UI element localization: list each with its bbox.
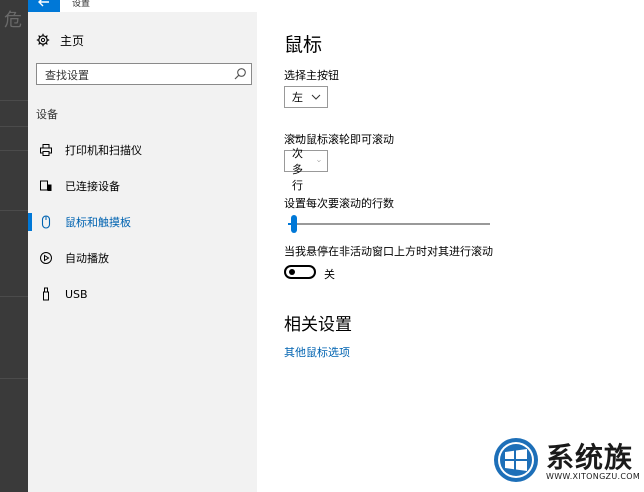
search-icon[interactable]	[233, 67, 247, 81]
chevron-down-icon	[317, 160, 321, 163]
connected-devices-icon	[38, 178, 54, 194]
title-bar: 设置	[28, 0, 644, 12]
background-line	[0, 100, 28, 101]
watermark-url: WWW.XITONGZU.COM	[546, 472, 641, 481]
sidebar-item-printers[interactable]: 打印机和扫描仪	[28, 132, 257, 168]
printer-icon	[38, 142, 54, 158]
settings-window: 设置 主页 设备 打印机和扫描仪	[28, 0, 644, 492]
background-glyph: 危	[4, 10, 22, 31]
desktop-background: 危	[0, 0, 28, 492]
primary-button-dropdown[interactable]: 左	[284, 86, 328, 108]
sidebar-item-usb[interactable]: USB	[28, 276, 257, 312]
search-input[interactable]	[43, 65, 232, 86]
search-box	[36, 63, 252, 86]
sidebar-nav: 打印机和扫描仪 已连接设备 鼠标和触摸板 自动播放 USB	[28, 132, 257, 312]
related-settings-title: 相关设置	[284, 315, 352, 335]
back-button[interactable]	[28, 0, 60, 12]
toggle-knob	[289, 269, 295, 275]
section-label: 设备	[36, 108, 58, 121]
autoplay-icon	[38, 250, 54, 266]
scroll-mode-dropdown[interactable]: 一次多行	[284, 131, 328, 192]
sidebar-item-label: 打印机和扫描仪	[65, 144, 142, 157]
watermark: 系统族 WWW.XITONGZU.COM	[492, 432, 644, 492]
windows-logo-icon	[494, 438, 538, 482]
background-line	[0, 378, 28, 379]
chevron-down-icon	[311, 94, 321, 100]
watermark-brand: 系统族	[546, 441, 634, 474]
usb-icon	[38, 286, 54, 302]
sidebar-item-label: 已连接设备	[65, 180, 120, 193]
sidebar-item-autoplay[interactable]: 自动播放	[28, 240, 257, 276]
background-line	[0, 210, 28, 211]
window-title: 设置	[72, 0, 91, 9]
inactive-scroll-label: 当我悬停在非活动窗口上方时对其进行滚动	[284, 245, 493, 258]
background-line	[0, 150, 28, 151]
inactive-scroll-toggle[interactable]	[284, 265, 316, 279]
toggle-state-label: 关	[324, 268, 335, 281]
slider-thumb[interactable]	[291, 215, 298, 233]
scroll-lines-slider[interactable]	[288, 223, 490, 225]
sidebar-item-connected-devices[interactable]: 已连接设备	[28, 168, 257, 204]
dropdown-value: 一次多行	[292, 131, 303, 192]
sidebar-item-label: USB	[65, 287, 88, 301]
scroll-lines-label: 设置每次要滚动的行数	[284, 197, 394, 210]
sidebar: 主页 设备 打印机和扫描仪 已连接设备	[28, 12, 257, 492]
additional-mouse-options-link[interactable]: 其他鼠标选项	[284, 344, 350, 360]
mouse-icon	[38, 214, 54, 230]
gear-icon	[36, 33, 50, 47]
home-label: 主页	[60, 33, 85, 48]
page-title: 鼠标	[284, 34, 323, 56]
sidebar-item-home[interactable]: 主页	[36, 30, 84, 50]
primary-button-label: 选择主按钮	[284, 69, 339, 82]
background-line	[0, 296, 28, 297]
background-line	[0, 126, 28, 127]
sidebar-item-mouse[interactable]: 鼠标和触摸板	[28, 204, 257, 240]
sidebar-item-label: 鼠标和触摸板	[65, 216, 131, 229]
back-arrow-icon	[38, 0, 49, 7]
sidebar-item-label: 自动播放	[65, 252, 109, 265]
dropdown-value: 左	[292, 91, 303, 104]
